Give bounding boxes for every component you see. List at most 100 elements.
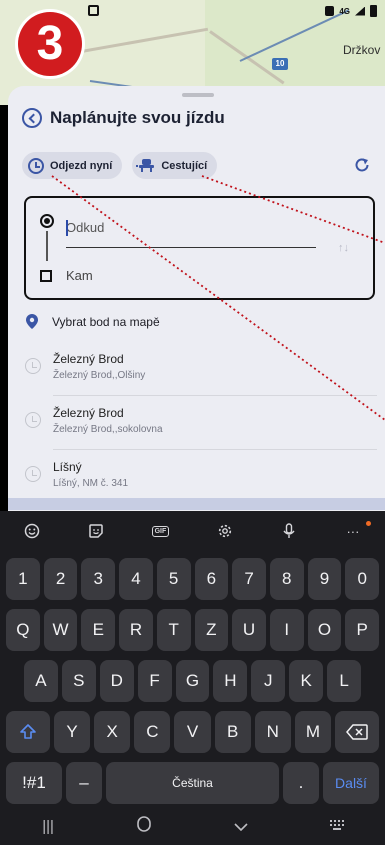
back-arrow-icon[interactable] xyxy=(22,108,42,128)
settings-gear-icon[interactable] xyxy=(193,511,257,551)
keyboard-row-1: QWERTZUIOP xyxy=(0,609,385,651)
letter-key[interactable]: W xyxy=(43,609,78,651)
sheet-drag-handle[interactable] xyxy=(182,93,214,97)
divider xyxy=(53,449,377,450)
keyboard-toolbar: GIF ··· xyxy=(0,511,385,551)
backspace-key[interactable] xyxy=(335,711,379,753)
history-item-address: Železný Brod,,sokolovna xyxy=(53,424,163,435)
refresh-icon[interactable] xyxy=(353,156,371,174)
history-item[interactable]: Železný Brod Železný Brod,,sokolovna xyxy=(8,398,385,450)
departure-time-chip[interactable]: Odjezd nyní xyxy=(22,152,123,179)
letter-key[interactable]: X xyxy=(94,711,131,753)
shift-key[interactable] xyxy=(6,711,50,753)
history-icon xyxy=(25,466,41,482)
seat-icon xyxy=(136,159,155,172)
destination-input[interactable]: Kam xyxy=(66,268,93,283)
filter-chips: Odjezd nyní Cestující xyxy=(22,152,218,179)
space-key[interactable]: Čeština xyxy=(106,762,279,804)
letter-key[interactable]: R xyxy=(119,609,153,651)
number-key[interactable]: 3 xyxy=(81,558,116,600)
letter-key[interactable]: E xyxy=(81,609,116,651)
number-key[interactable]: 2 xyxy=(43,558,78,600)
letter-key[interactable]: T xyxy=(156,609,191,651)
map-road xyxy=(69,27,209,55)
notification-icon xyxy=(88,5,99,16)
history-item-name: Líšný xyxy=(53,460,82,474)
departure-chip-label: Odjezd nyní xyxy=(50,159,113,172)
keyboard-row-3: YXCVBNM xyxy=(0,711,385,753)
origin-input[interactable]: Odkud xyxy=(66,220,316,248)
letter-key[interactable]: V xyxy=(174,711,211,753)
history-item-name: Železný Brod xyxy=(53,352,124,366)
swap-direction-icon[interactable]: ↑↓ xyxy=(338,242,349,254)
page-title: Naplánujte svou jízdu xyxy=(50,108,225,127)
keyboard-bottom-row: !#1 – Čeština . Další xyxy=(0,762,385,804)
signal-icon xyxy=(355,6,365,16)
recent-apps-icon[interactable]: ||| xyxy=(0,818,96,835)
history-item[interactable]: Železný Brod Železný Brod,,Olšiny xyxy=(8,344,385,396)
letter-key[interactable]: D xyxy=(99,660,134,702)
letter-key[interactable]: F xyxy=(137,660,172,702)
home-icon[interactable] xyxy=(96,816,192,836)
divider xyxy=(53,395,377,396)
sticker-icon[interactable] xyxy=(64,511,128,551)
letter-key[interactable]: P xyxy=(345,609,380,651)
route-connector xyxy=(46,231,48,261)
origin-marker-icon xyxy=(40,214,54,228)
history-item[interactable]: Líšný Líšný, NM č. 341 xyxy=(8,452,385,504)
number-key[interactable]: 1 xyxy=(6,558,40,600)
letter-key[interactable]: J xyxy=(251,660,286,702)
letter-key[interactable]: L xyxy=(327,660,362,702)
emoji-icon[interactable] xyxy=(0,511,64,551)
search-button-peek[interactable] xyxy=(8,498,385,510)
number-key[interactable]: 9 xyxy=(307,558,342,600)
keyboard-switch-icon[interactable] xyxy=(289,818,385,835)
period-key[interactable]: . xyxy=(283,762,319,804)
number-key[interactable]: 6 xyxy=(194,558,229,600)
letter-key[interactable]: Z xyxy=(194,609,229,651)
notification-dot xyxy=(366,521,372,526)
letter-key[interactable]: S xyxy=(61,660,96,702)
letter-key[interactable]: H xyxy=(213,660,248,702)
passengers-chip[interactable]: Cestující xyxy=(132,152,218,179)
number-key[interactable]: 0 xyxy=(345,558,380,600)
hide-keyboard-icon[interactable] xyxy=(193,818,289,835)
letter-key[interactable]: U xyxy=(232,609,266,651)
number-key[interactable]: 4 xyxy=(119,558,153,600)
number-key[interactable]: 5 xyxy=(156,558,191,600)
number-key[interactable]: 8 xyxy=(269,558,304,600)
symbols-key[interactable]: !#1 xyxy=(6,762,62,804)
letter-key[interactable]: Y xyxy=(54,711,91,753)
letter-key[interactable]: Q xyxy=(6,609,40,651)
microphone-icon[interactable] xyxy=(257,511,321,551)
lock-icon xyxy=(325,6,335,16)
keyboard-row-2: ASDFGHJKL xyxy=(0,660,385,702)
letter-key[interactable]: N xyxy=(254,711,291,753)
letter-key[interactable]: B xyxy=(214,711,251,753)
letter-key[interactable]: G xyxy=(175,660,210,702)
letter-key[interactable]: A xyxy=(24,660,58,702)
history-icon xyxy=(25,412,41,428)
sheet-header: Naplánujte svou jízdu xyxy=(22,108,225,128)
system-navigation-bar: ||| xyxy=(0,807,385,845)
pick-on-map-item[interactable]: Vybrat bod na mapě xyxy=(26,314,160,329)
letter-key[interactable]: M xyxy=(294,711,331,753)
dash-key[interactable]: – xyxy=(66,762,102,804)
history-item-name: Železný Brod xyxy=(53,406,124,420)
passengers-chip-label: Cestující xyxy=(161,159,208,172)
more-options-icon[interactable]: ··· xyxy=(321,511,385,551)
letter-key[interactable]: I xyxy=(269,609,304,651)
network-4g-icon: 4G xyxy=(339,6,350,16)
step-number-badge: 3 xyxy=(18,12,82,76)
destination-marker-icon xyxy=(40,270,52,282)
clock-icon xyxy=(28,157,44,174)
road-number-shield: 10 xyxy=(272,58,288,70)
next-key[interactable]: Další xyxy=(323,762,379,804)
gif-icon[interactable]: GIF xyxy=(128,511,192,551)
keyboard-number-row: 1234567890 xyxy=(0,558,385,600)
number-key[interactable]: 7 xyxy=(232,558,266,600)
letter-key[interactable]: O xyxy=(307,609,342,651)
letter-key[interactable]: C xyxy=(134,711,171,753)
letter-key[interactable]: K xyxy=(289,660,324,702)
battery-icon xyxy=(370,5,377,17)
